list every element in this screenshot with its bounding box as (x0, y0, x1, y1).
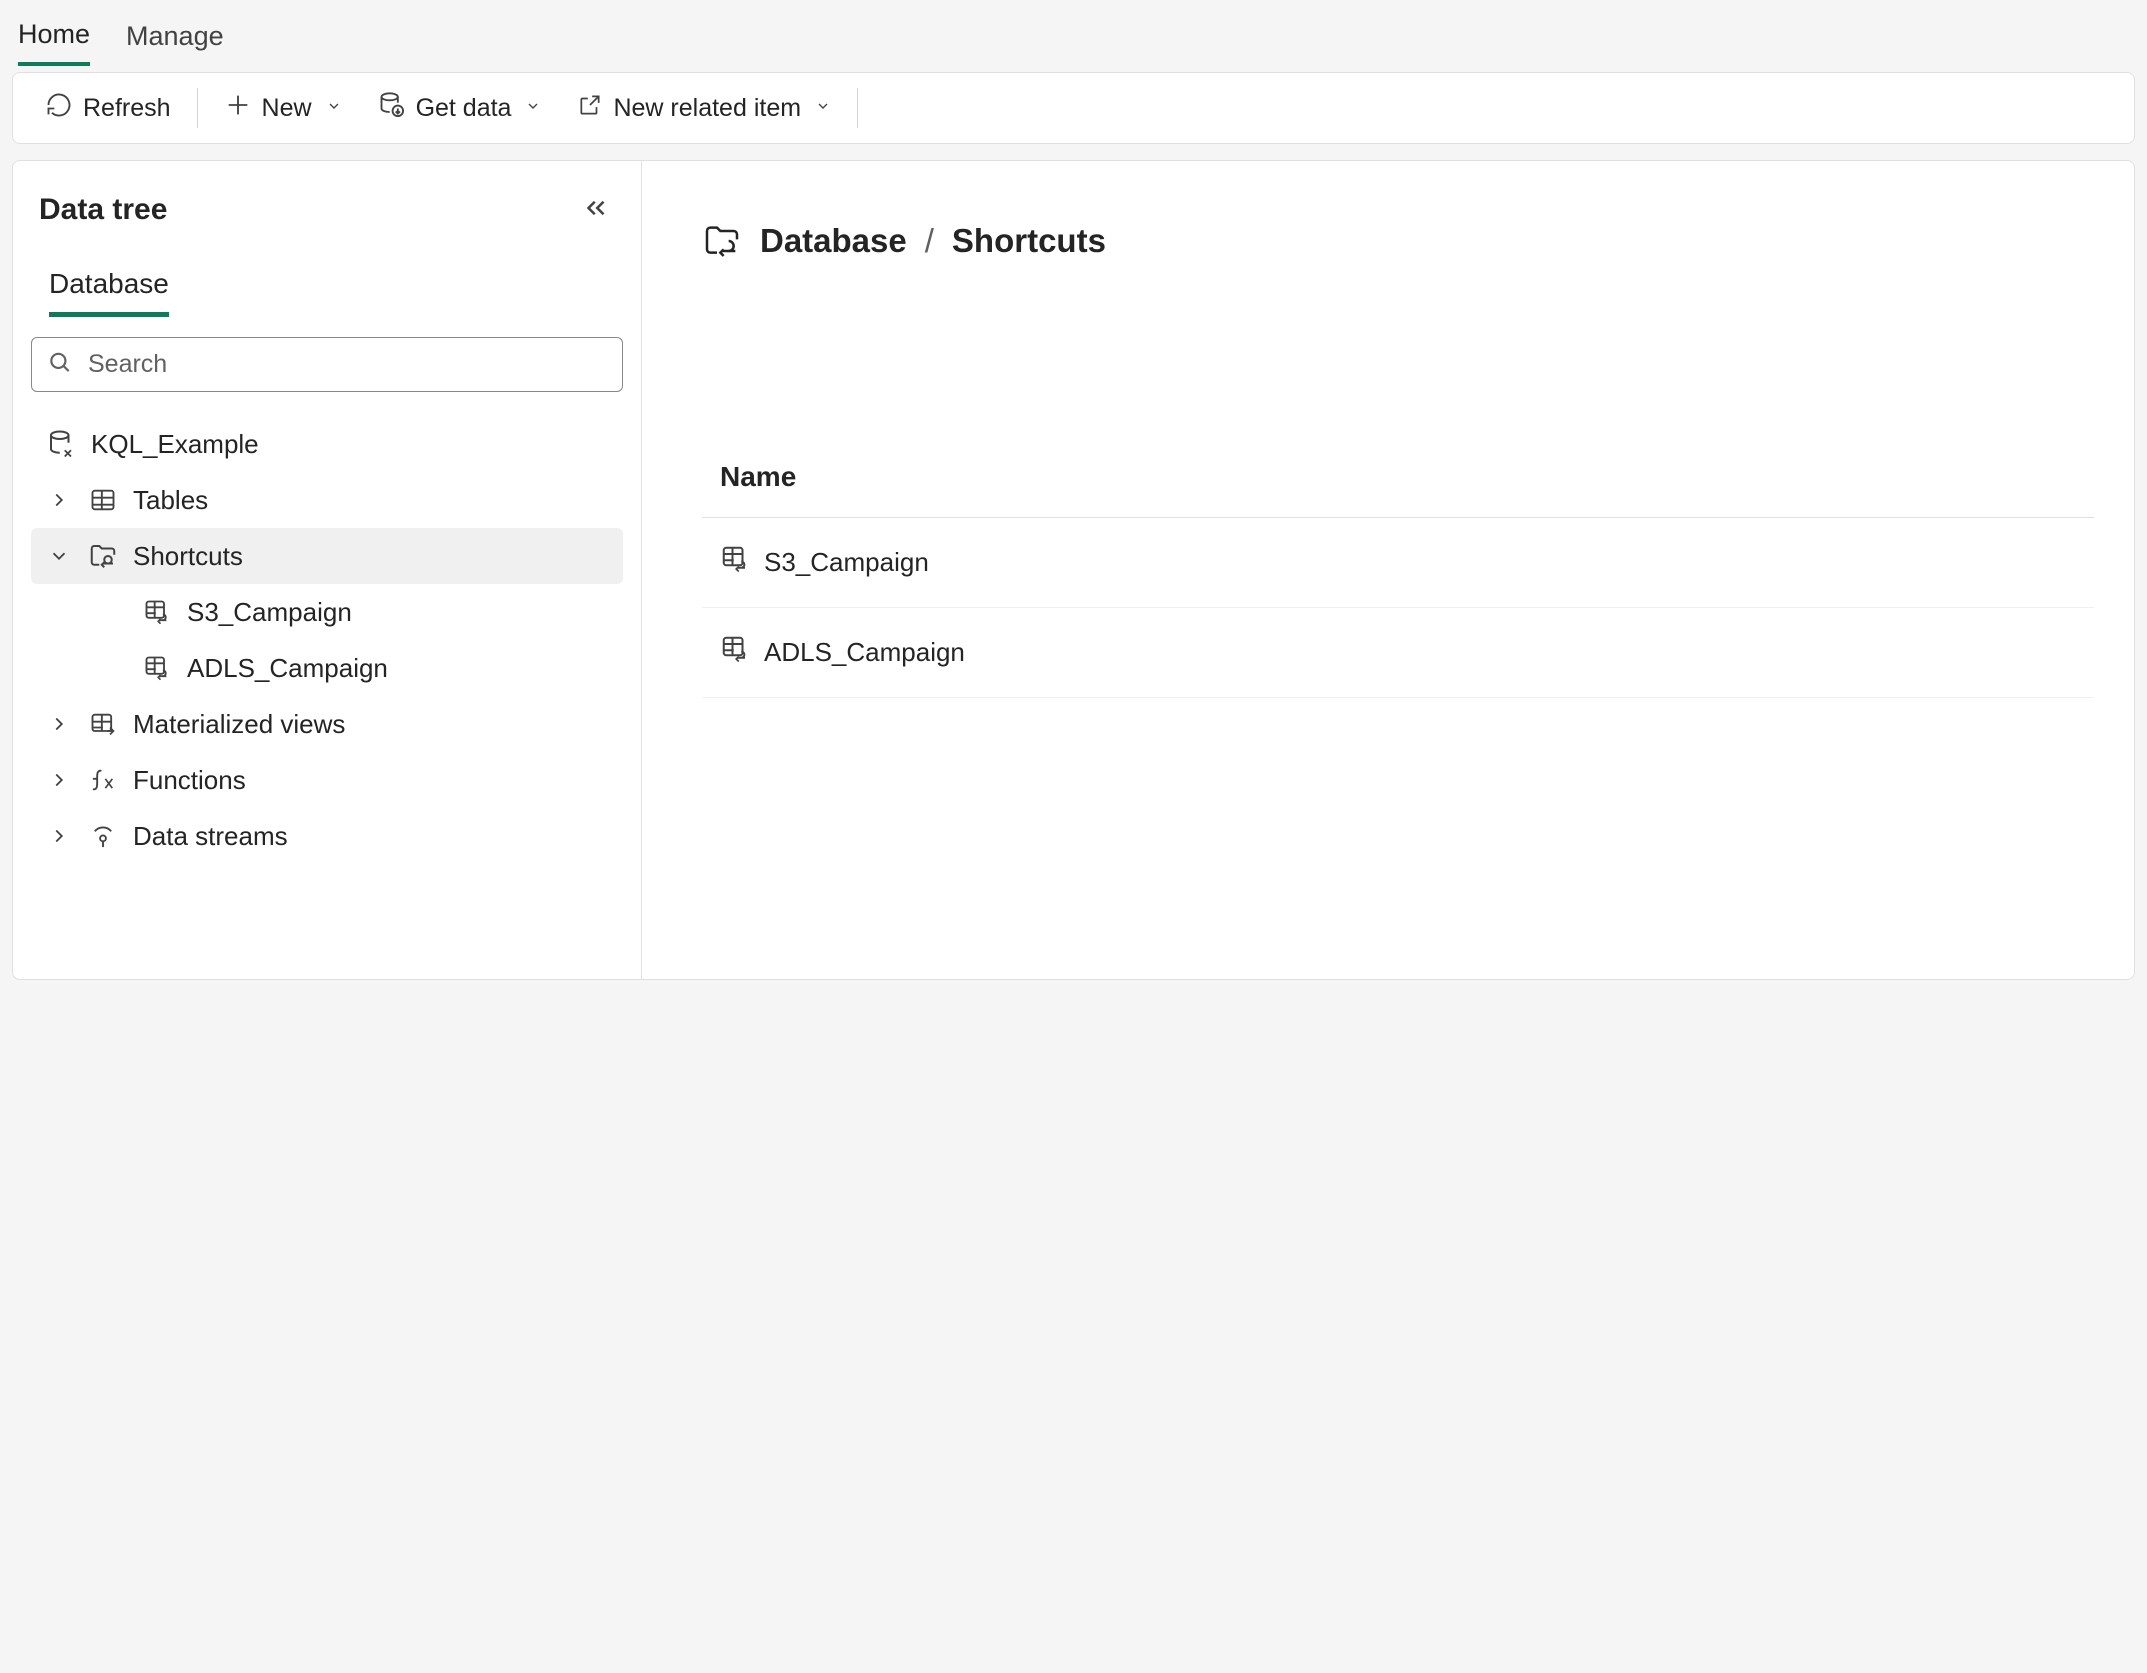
tree-node-materialized-views[interactable]: Materialized views (31, 696, 623, 752)
chevron-down-icon (45, 545, 73, 567)
open-external-icon (577, 92, 603, 125)
main-panel: Database / Shortcuts Name S3_Campaign AD… (642, 160, 2135, 980)
tree-node-functions[interactable]: Functions (31, 752, 623, 808)
sidebar-title: Data tree (39, 193, 167, 227)
chevron-right-icon (45, 489, 73, 511)
plus-icon (224, 91, 252, 126)
get-data-label: Get data (416, 94, 512, 123)
refresh-label: Refresh (83, 94, 171, 123)
tree-materialized-label: Materialized views (133, 709, 345, 740)
new-label: New (262, 94, 312, 123)
new-related-item-button[interactable]: New related item (563, 86, 845, 131)
sidebar-tabs: Database (31, 258, 623, 317)
new-related-label: New related item (613, 94, 801, 123)
collapse-sidebar-button[interactable] (577, 189, 615, 230)
folder-shortcut-icon (702, 221, 742, 261)
sidebar-tab-database[interactable]: Database (49, 258, 169, 317)
top-tabs: Home Manage (0, 0, 2147, 72)
table-icon (87, 486, 119, 514)
toolbar-divider (197, 88, 198, 128)
tree-shortcut-item-label: S3_Campaign (187, 597, 352, 628)
toolbar-divider (857, 88, 858, 128)
database-download-icon (378, 91, 406, 126)
content-area: Data tree Database (12, 160, 2135, 980)
data-stream-icon (87, 822, 119, 850)
breadcrumb: Database / Shortcuts (702, 221, 2094, 261)
folder-shortcut-icon (87, 541, 119, 571)
tab-manage[interactable]: Manage (126, 9, 224, 64)
tree-database-root[interactable]: KQL_Example (31, 416, 623, 472)
sidebar-header: Data tree (31, 189, 623, 230)
tree-shortcut-item[interactable]: S3_Campaign (31, 584, 623, 640)
tree-data-streams-label: Data streams (133, 821, 288, 852)
tree-node-tables[interactable]: Tables (31, 472, 623, 528)
table-row[interactable]: ADLS_Campaign (702, 608, 2094, 698)
get-data-button[interactable]: Get data (364, 85, 556, 132)
breadcrumb-database[interactable]: Database (760, 222, 907, 260)
table-row-name: S3_Campaign (764, 547, 929, 578)
chevron-right-icon (45, 825, 73, 847)
table-shortcut-icon (141, 654, 173, 682)
refresh-icon (45, 91, 73, 126)
data-tree-sidebar: Data tree Database (12, 160, 642, 980)
toolbar: Refresh New Get data (12, 72, 2135, 144)
breadcrumb-separator: / (925, 222, 934, 260)
tree-node-data-streams[interactable]: Data streams (31, 808, 623, 864)
tree-shortcuts-label: Shortcuts (133, 541, 243, 572)
chevron-right-icon (45, 769, 73, 791)
search-input[interactable] (31, 337, 623, 392)
table-shortcut-icon (141, 598, 173, 626)
tree-tables-label: Tables (133, 485, 208, 516)
tree-database-label: KQL_Example (91, 429, 259, 460)
table-row[interactable]: S3_Campaign (702, 518, 2094, 608)
tree: KQL_Example Tables (31, 416, 623, 864)
search-icon (47, 349, 73, 380)
chevron-right-icon (45, 713, 73, 735)
breadcrumb-current: Shortcuts (952, 222, 1106, 260)
table-shortcut-icon (720, 544, 750, 581)
database-icon (45, 429, 77, 459)
refresh-button[interactable]: Refresh (31, 85, 185, 132)
search-wrap (31, 337, 623, 392)
chevron-down-icon (815, 98, 831, 119)
chevron-down-icon (326, 98, 342, 119)
tree-shortcut-item-label: ADLS_Campaign (187, 653, 388, 684)
tab-home[interactable]: Home (18, 7, 90, 66)
table-row-name: ADLS_Campaign (764, 637, 965, 668)
table-shortcut-icon (720, 634, 750, 671)
chevron-double-left-icon (581, 211, 611, 226)
tree-node-shortcuts[interactable]: Shortcuts (31, 528, 623, 584)
materialized-view-icon (87, 710, 119, 738)
new-button[interactable]: New (210, 85, 356, 132)
chevron-down-icon (525, 98, 541, 119)
tree-functions-label: Functions (133, 765, 246, 796)
column-header-name[interactable]: Name (702, 461, 2094, 518)
tree-shortcut-item[interactable]: ADLS_Campaign (31, 640, 623, 696)
function-icon (87, 766, 119, 794)
